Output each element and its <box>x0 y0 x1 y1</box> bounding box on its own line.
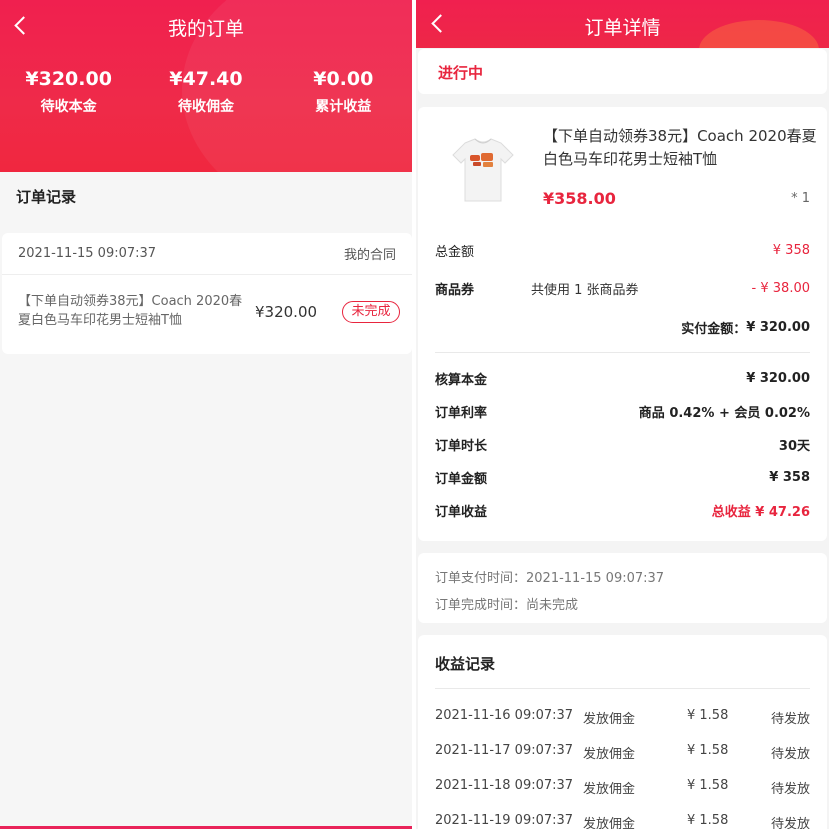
income-status: 待发放 <box>770 817 810 829</box>
order-record-header: 2021-11-15 09:07:37 我的合同 <box>2 233 412 275</box>
income-time: 2021-11-17 09:07:37 <box>435 743 574 758</box>
detail-row-order-amount: 订单金额 ¥ 358 <box>435 468 810 487</box>
my-contract-link[interactable]: 我的合同 <box>344 244 396 263</box>
detail-value: ¥ 320.00 <box>746 371 810 386</box>
income-type: 发放佣金 <box>583 817 636 829</box>
income-row: 2021-11-19 09:07:37 发放佣金 ¥ 1.58 待发放 <box>435 813 810 829</box>
detail-label: 订单金额 <box>435 472 488 487</box>
my-orders-header: 我的订单 ¥320.00 待收本金 ¥47.40 待收佣金 ¥0.00 累计收益 <box>0 0 412 172</box>
page-title: 订单详情 <box>584 17 661 39</box>
earnings-summary: ¥320.00 待收本金 ¥47.40 待收佣金 ¥0.00 累计收益 <box>0 68 412 116</box>
income-amount: ¥ 1.58 <box>687 743 729 758</box>
pay-time: 订单支付时间：2021-11-15 09:07:37 <box>435 571 665 586</box>
order-product-name: 【下单自动领券38元】Coach 2020春夏白色马车印花男士短袖T恤 <box>18 294 243 328</box>
stat-value: ¥320.00 <box>25 68 112 90</box>
order-status: 进行中 <box>438 64 484 82</box>
stat-total-income: ¥0.00 累计收益 <box>275 68 412 116</box>
order-detail-header: 订单详情 <box>416 0 829 48</box>
stat-label: 待收佣金 <box>177 99 234 115</box>
income-records-card: 收益记录 2021-11-16 09:07:37 发放佣金 ¥ 1.58 待发放… <box>418 635 827 829</box>
stat-pending-principal: ¥320.00 待收本金 <box>0 68 137 116</box>
income-row: 2021-11-16 09:07:37 发放佣金 ¥ 1.58 待发放 <box>435 708 810 728</box>
detail-value: 30天 <box>778 439 810 454</box>
income-time: 2021-11-16 09:07:37 <box>435 708 574 723</box>
detail-row-principal: 核算本金 ¥ 320.00 <box>435 369 810 388</box>
detail-label: 订单利率 <box>435 406 488 421</box>
income-amount: ¥ 1.58 <box>687 778 729 793</box>
detail-label: 订单时长 <box>435 439 488 454</box>
order-time: 2021-11-15 09:07:37 <box>18 246 157 261</box>
coupon-row: 商品券 共使用 1 张商品券 - ¥ 38.00 <box>435 279 810 298</box>
income-row: 2021-11-18 09:07:37 发放佣金 ¥ 1.58 待发放 <box>435 778 810 798</box>
income-amount: ¥ 1.58 <box>687 813 729 828</box>
stat-label: 累计收益 <box>315 99 372 115</box>
my-orders-screen: 我的订单 ¥320.00 待收本金 ¥47.40 待收佣金 ¥0.00 累计收益… <box>0 0 412 829</box>
stat-label: 待收本金 <box>40 99 97 115</box>
income-status: 待发放 <box>770 747 810 762</box>
coupon-label: 商品券 <box>435 283 475 298</box>
stat-value: ¥0.00 <box>313 68 374 90</box>
paid-amount-value: ¥ 320.00 <box>746 320 810 335</box>
tshirt-image <box>443 129 523 209</box>
order-time-card: 订单支付时间：2021-11-15 09:07:37 订单完成时间：尚未完成 <box>418 553 827 623</box>
income-amount: ¥ 1.58 <box>687 708 729 723</box>
detail-label: 核算本金 <box>435 373 488 388</box>
detail-row-income: 订单收益 总收益 ¥ 47.26 <box>435 501 810 520</box>
paid-amount-row: 实付金额： ¥ 320.00 <box>435 318 810 337</box>
order-detail-card: 【下单自动领券38元】Coach 2020春夏白色马车印花男士短袖T恤 ¥358… <box>418 107 827 541</box>
total-amount-row: 总金额 ¥ 358 <box>435 241 810 260</box>
order-records-title: 订单记录 <box>16 188 77 206</box>
income-time: 2021-11-18 09:07:37 <box>435 778 574 793</box>
stat-pending-commission: ¥47.40 待收佣金 <box>137 68 274 116</box>
order-status-badge: 未完成 <box>342 301 400 323</box>
income-row: 2021-11-17 09:07:37 发放佣金 ¥ 1.58 待发放 <box>435 743 810 763</box>
income-status: 待发放 <box>770 712 810 727</box>
order-status-card: 进行中 <box>418 49 827 94</box>
total-amount-value: ¥ 358 <box>772 243 810 258</box>
income-type: 发放佣金 <box>583 712 636 727</box>
income-records-title: 收益记录 <box>435 655 496 673</box>
section-divider <box>435 688 810 689</box>
detail-value: 商品 0.42% + 会员 0.02% <box>638 406 810 421</box>
income-status: 待发放 <box>770 782 810 797</box>
page-title: 我的订单 <box>167 18 244 40</box>
detail-value: ¥ 358 <box>769 470 810 485</box>
detail-row-duration: 订单时长 30天 <box>435 435 810 454</box>
product-quantity: * 1 <box>791 191 810 206</box>
order-detail-screen: 订单详情 进行中 【下单自动领券38元】Coach 2020春夏白色马车印花男士… <box>416 0 829 829</box>
order-record-body[interactable]: 【下单自动领券38元】Coach 2020春夏白色马车印花男士短袖T恤 ¥320… <box>2 275 412 353</box>
coupon-description: 共使用 1 张商品券 <box>531 283 639 298</box>
detail-value: 总收益 ¥ 47.26 <box>711 505 810 520</box>
income-time: 2021-11-19 09:07:37 <box>435 813 574 828</box>
finish-time: 订单完成时间：尚未完成 <box>435 598 579 613</box>
detail-row-rate: 订单利率 商品 0.42% + 会员 0.02% <box>435 402 810 421</box>
coupon-value: - ¥ 38.00 <box>751 281 810 296</box>
paid-amount-label: 实付金额： <box>681 322 747 337</box>
income-type: 发放佣金 <box>583 782 636 797</box>
detail-label: 订单收益 <box>435 505 488 520</box>
stat-value: ¥47.40 <box>169 68 243 90</box>
product-name: 【下单自动领券38元】Coach 2020春夏白色马车印花男士短袖T恤 <box>543 127 817 168</box>
product-price: ¥358.00 <box>543 189 616 208</box>
section-divider <box>435 352 810 353</box>
order-record-card[interactable]: 2021-11-15 09:07:37 我的合同 【下单自动领券38元】Coac… <box>2 233 412 354</box>
order-amount: ¥320.00 <box>255 303 318 321</box>
total-amount-label: 总金额 <box>435 245 475 260</box>
income-type: 发放佣金 <box>583 747 636 762</box>
